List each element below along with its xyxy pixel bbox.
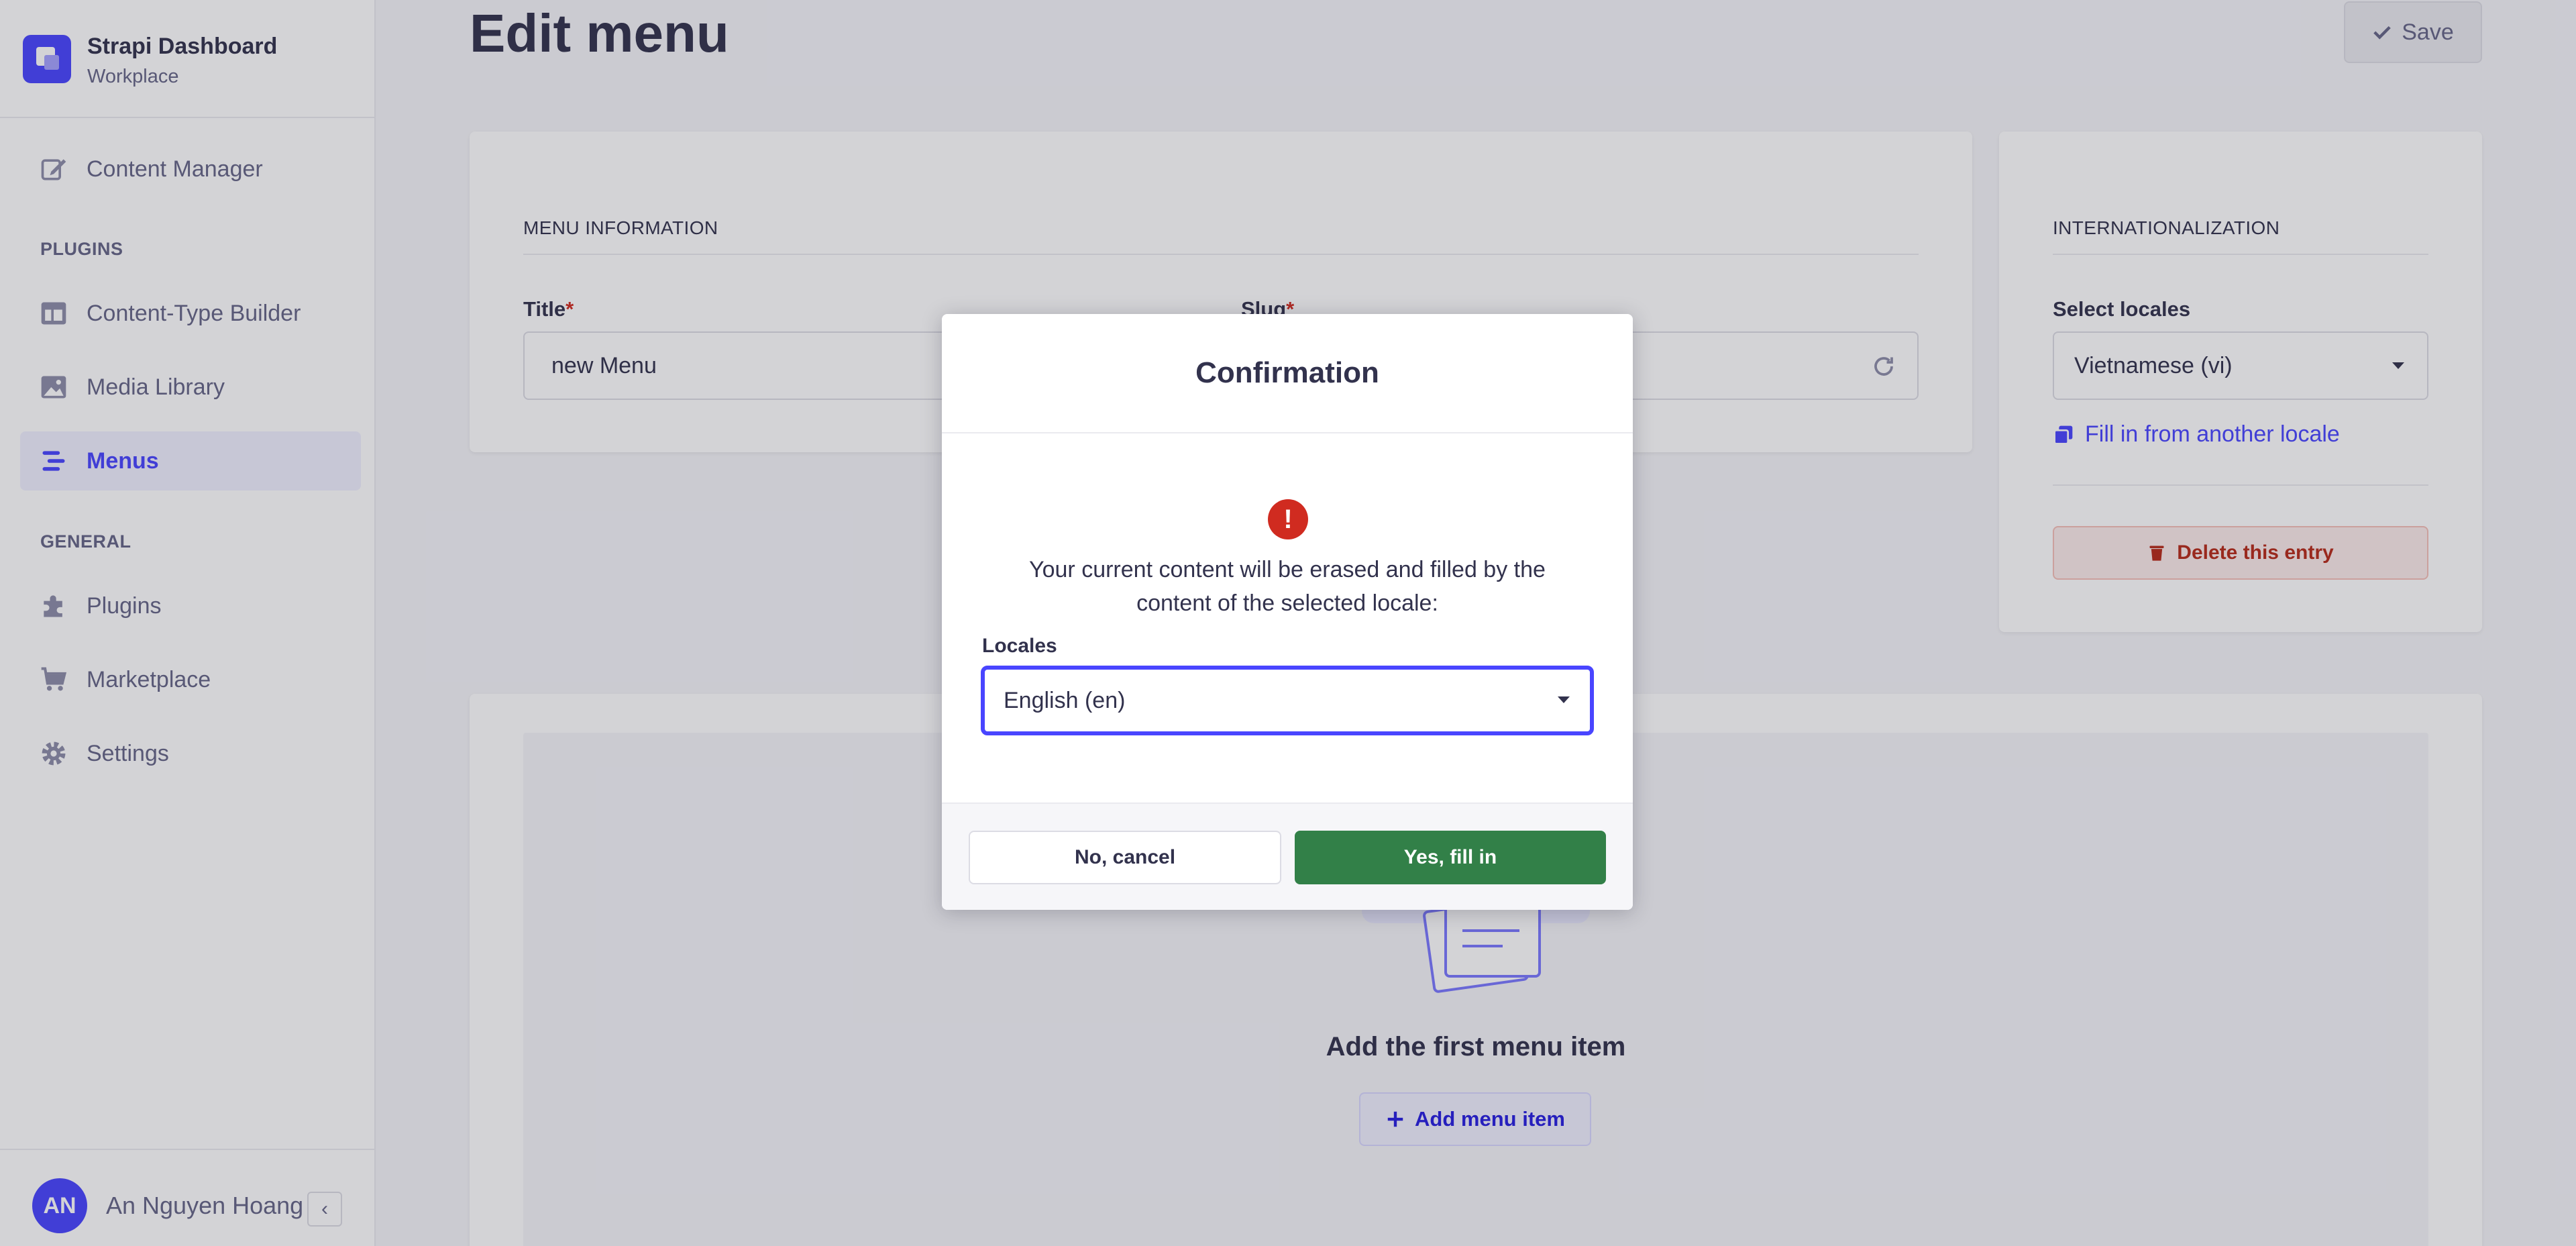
locales-select-value: English (en)	[1004, 687, 1126, 713]
locales-select[interactable]: English (en)	[981, 666, 1594, 735]
dialog-header: Confirmation	[942, 314, 1633, 433]
confirm-fill-button[interactable]: Yes, fill in	[1295, 831, 1606, 884]
dialog-title: Confirmation	[1195, 356, 1379, 389]
exclamation-icon: !	[1268, 499, 1308, 539]
confirmation-dialog: Confirmation ! Your current content will…	[942, 314, 1633, 910]
cancel-button[interactable]: No, cancel	[969, 831, 1281, 884]
dialog-message: Your current content will be erased and …	[1029, 557, 1546, 616]
dialog-footer: No, cancel Yes, fill in	[942, 802, 1633, 910]
caret-down-icon	[1558, 696, 1570, 703]
locales-field-label: Locales	[982, 635, 1057, 657]
